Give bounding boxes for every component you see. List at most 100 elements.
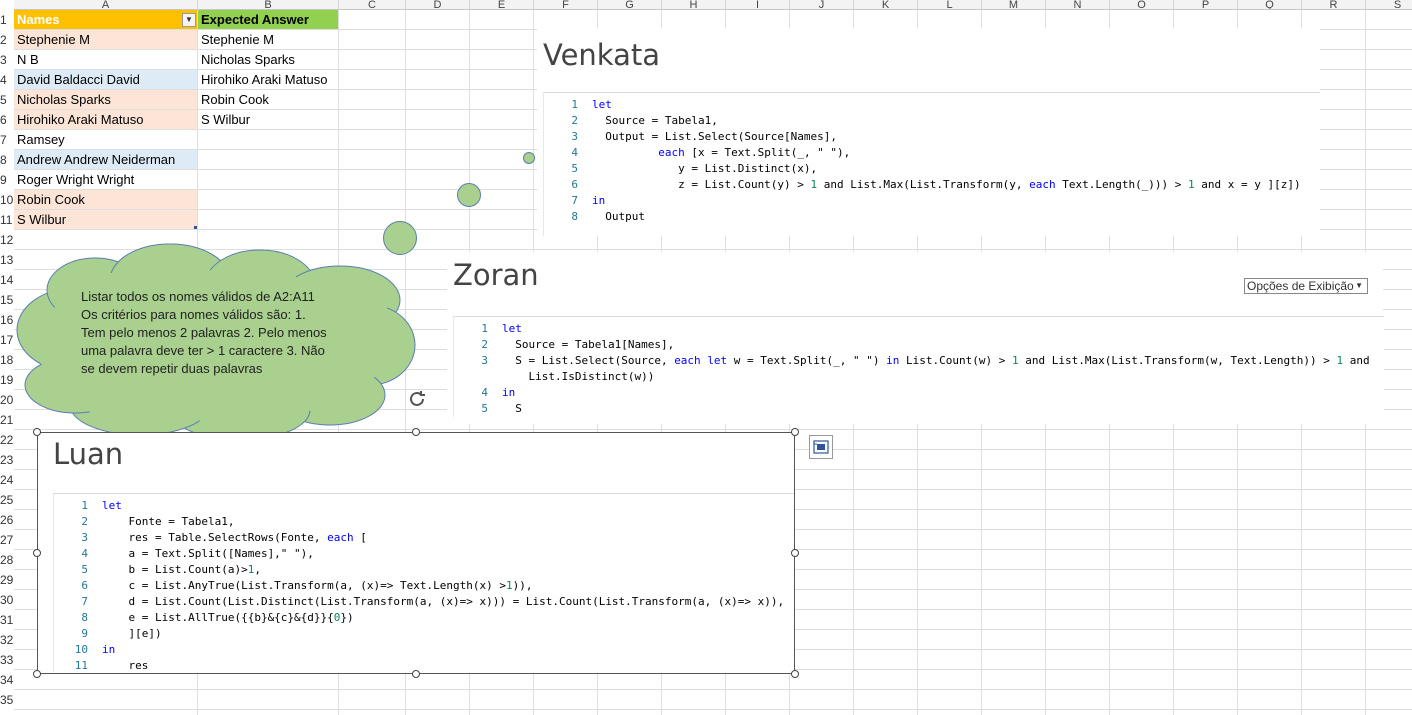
names-cell[interactable]: Hirohiko Araki Matuso <box>14 110 197 129</box>
expected-cell[interactable]: Hirohiko Araki Matuso <box>198 70 338 89</box>
code-text: Output = List.Select(Source[Names], <box>592 130 838 143</box>
row-header[interactable]: 9 <box>0 170 14 190</box>
row-header[interactable]: 35 <box>0 690 14 710</box>
row-header[interactable]: 19 <box>0 370 14 390</box>
row-header[interactable]: 14 <box>0 270 14 290</box>
row-header[interactable]: 2 <box>0 30 14 50</box>
column-header[interactable]: G <box>598 0 662 10</box>
expected-header-cell[interactable]: Expected Answer <box>198 10 338 29</box>
luan-panel[interactable]: Luan 1 let 2 Fonte = Tabela1, 3 res = Table… <box>37 432 795 674</box>
names-cell[interactable]: Ramsey <box>14 130 197 149</box>
venkata-panel[interactable]: Venkata 1 let 2 Source = Tabela1, 3 Output … <box>537 28 1320 236</box>
row-header[interactable]: 17 <box>0 330 14 350</box>
column-header[interactable]: A <box>14 0 198 10</box>
code-line: 1 let <box>544 97 612 113</box>
resize-handle-bl[interactable] <box>33 670 41 678</box>
column-header[interactable]: O <box>1110 0 1174 10</box>
row-header[interactable]: 12 <box>0 230 14 250</box>
code-line: 3 Output = List.Select(Source[Names], <box>544 129 837 145</box>
column-header[interactable]: K <box>854 0 918 10</box>
row-header[interactable]: 6 <box>0 110 14 130</box>
row-header[interactable]: 30 <box>0 590 14 610</box>
expected-cell[interactable]: Stephenie M <box>198 30 338 49</box>
column-header[interactable]: H <box>662 0 726 10</box>
row-header[interactable]: 16 <box>0 310 14 330</box>
names-header-cell[interactable]: Names <box>14 10 197 29</box>
column-header[interactable]: C <box>339 0 406 10</box>
column-header[interactable]: N <box>1046 0 1110 10</box>
expected-cell[interactable]: S Wilbur <box>198 110 338 129</box>
names-cell[interactable]: Roger Wright Wright <box>14 170 197 189</box>
column-header[interactable]: B <box>198 0 339 10</box>
row-header[interactable]: 31 <box>0 610 14 630</box>
row-header[interactable]: 29 <box>0 570 14 590</box>
row-header[interactable]: 24 <box>0 470 14 490</box>
resize-handle-ml[interactable] <box>33 549 41 557</box>
view-options-label: Opções de Exibição <box>1247 279 1354 293</box>
names-cell[interactable]: David Baldacci David <box>14 70 197 89</box>
resize-handle-mr[interactable] <box>791 549 799 557</box>
row-header[interactable]: 10 <box>0 190 14 210</box>
row-header[interactable]: 18 <box>0 350 14 370</box>
code-line: 5 b = List.Count(a)>1, <box>54 562 261 578</box>
rotate-handle-icon[interactable] <box>406 388 428 410</box>
names-cell[interactable]: Andrew Andrew Neiderman <box>14 150 197 169</box>
row-header[interactable]: 5 <box>0 90 14 110</box>
row-header[interactable]: 21 <box>0 410 14 430</box>
row-header[interactable]: 25 <box>0 490 14 510</box>
zoran-panel[interactable]: Zoran Opções de Exibição ▼ 1 let 2 Source … <box>447 252 1384 424</box>
column-header[interactable]: I <box>726 0 790 10</box>
row-header[interactable]: 33 <box>0 650 14 670</box>
line-number: 3 <box>81 531 88 544</box>
row-header[interactable]: 23 <box>0 450 14 470</box>
row-header[interactable]: 11 <box>0 210 14 230</box>
row-header[interactable]: 22 <box>0 430 14 450</box>
row-header[interactable]: 15 <box>0 290 14 310</box>
names-cell[interactable]: Robin Cook <box>14 190 197 209</box>
resize-handle-tl[interactable] <box>33 428 41 436</box>
names-cell[interactable]: Stephenie M <box>14 30 197 49</box>
column-header[interactable]: P <box>1174 0 1238 10</box>
filter-dropdown-icon[interactable]: ▼ <box>182 13 196 27</box>
column-header[interactable]: F <box>534 0 598 10</box>
expected-cell[interactable]: Nicholas Sparks <box>198 50 338 69</box>
row-header[interactable]: 34 <box>0 670 14 690</box>
column-header[interactable]: L <box>918 0 982 10</box>
code-line: 5 y = List.Distinct(x), <box>544 161 817 177</box>
row-header[interactable]: 20 <box>0 390 14 410</box>
row-header[interactable]: 3 <box>0 50 14 70</box>
row-header[interactable]: 13 <box>0 250 14 270</box>
names-cell[interactable]: N B <box>14 50 197 69</box>
row-header[interactable]: 32 <box>0 630 14 650</box>
line-number: 3 <box>481 354 488 367</box>
row-header[interactable]: 4 <box>0 70 14 90</box>
row-header[interactable]: 1 <box>0 10 14 30</box>
grid-row-line <box>14 429 1412 430</box>
row-header[interactable]: 27 <box>0 530 14 550</box>
layout-options-icon[interactable] <box>809 435 833 459</box>
column-header[interactable]: J <box>790 0 854 10</box>
column-header[interactable]: M <box>982 0 1046 10</box>
row-header[interactable]: 7 <box>0 130 14 150</box>
resize-handle-tr[interactable] <box>791 428 799 436</box>
grid-row-line <box>14 689 1412 690</box>
row-header[interactable]: 8 <box>0 150 14 170</box>
view-options-dropdown[interactable]: Opções de Exibição ▼ <box>1244 278 1368 294</box>
names-cell[interactable]: Nicholas Sparks <box>14 90 197 109</box>
table-resize-marker[interactable] <box>194 226 197 229</box>
code-text: e = List.AllTrue({{b}&{c}&{d}}{0}) <box>102 611 354 624</box>
resize-handle-bm[interactable] <box>412 670 420 678</box>
row-header[interactable]: 26 <box>0 510 14 530</box>
expected-cell[interactable]: Robin Cook <box>198 90 338 109</box>
code-line: 3 S = List.Select(Source, each let w = T… <box>454 353 1369 369</box>
column-header[interactable]: Q <box>1238 0 1302 10</box>
column-header[interactable]: E <box>470 0 534 10</box>
row-header[interactable]: 28 <box>0 550 14 570</box>
code-text: b = List.Count(a)>1, <box>102 563 261 576</box>
column-header[interactable]: R <box>1302 0 1366 10</box>
resize-handle-br[interactable] <box>791 670 799 678</box>
names-cell[interactable]: S Wilbur <box>14 210 197 229</box>
resize-handle-tm[interactable] <box>412 428 420 436</box>
column-header[interactable]: S <box>1366 0 1412 10</box>
column-header[interactable]: D <box>406 0 470 10</box>
